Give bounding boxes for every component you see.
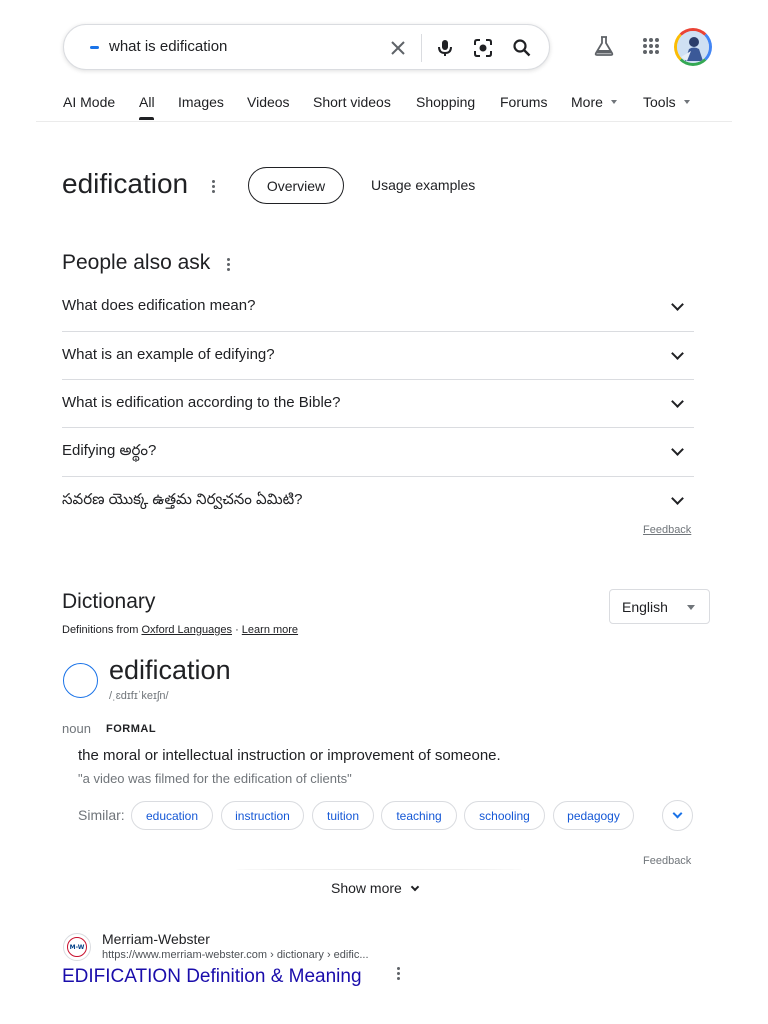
tab-more-label: More [571,94,603,110]
chevron-down-icon [410,882,420,892]
result-site-name[interactable]: Merriam-Webster [102,931,210,947]
account-avatar[interactable] [674,28,712,66]
language-select[interactable]: English [609,589,710,624]
paa-question[interactable]: What is an example of edifying? [62,331,694,379]
divider [36,121,732,122]
chevron-down-icon [672,808,683,819]
paa-question[interactable]: సవరణ యొక్క ఉత్తమ నిర్వచనం ఏమిటి? [62,476,694,524]
camera-lens-icon[interactable] [471,36,495,60]
tab-more[interactable]: More [571,94,617,110]
paa-question-text: What is edification according to the Bib… [62,394,341,411]
caret-down-icon [687,605,695,610]
usage-examples-chip[interactable]: Usage examples [371,177,475,193]
show-more-label: Show more [331,880,402,896]
active-tab-indicator [139,117,154,120]
clear-icon[interactable] [386,36,410,60]
chevron-down-icon [671,443,684,456]
expand-similar-button[interactable] [662,800,693,831]
part-of-speech: noun [62,721,91,736]
ai-mode-indicator [90,46,99,49]
tab-images[interactable]: Images [178,94,224,110]
oxford-languages-link[interactable]: Oxford Languages [141,624,232,636]
paa-question-text: సవరణ యొక్క ఉత్తమ నిర్వచనం ఏమిటి? [62,491,303,508]
dictionary-source: Definitions from Oxford Languages · Lear… [62,624,298,636]
similar-chip[interactable]: schooling [464,801,545,830]
similar-chip[interactable]: instruction [221,801,304,830]
paa-question[interactable]: What does edification mean? [62,283,694,331]
entity-title: edification [62,168,189,199]
caret-down-icon [683,100,690,105]
chevron-down-icon [671,347,684,360]
search-icon[interactable] [510,36,534,60]
similar-chip[interactable]: tuition [312,801,374,830]
paa-question-text: Edifying అర్థం? [62,442,157,459]
result-title-link[interactable]: EDIFICATION Definition & Meaning [62,966,362,988]
tab-shopping[interactable]: Shopping [416,94,475,110]
register-label: FORMAL [106,723,157,735]
chevron-down-icon [671,298,684,311]
paa-question[interactable]: Edifying అర్థం? [62,427,694,475]
chevron-down-icon [671,492,684,505]
divider [236,869,522,871]
similar-label: Similar: [78,807,125,823]
favicon-logo: M-W [67,937,87,957]
tab-videos[interactable]: Videos [247,94,290,110]
site-favicon: M-W [63,933,91,961]
dictionary-heading: Dictionary [62,590,156,613]
source-prefix: Definitions from [62,624,139,636]
dictionary-word: edification [109,655,231,685]
divider [421,34,422,62]
phonetic: /ˌɛdɪfɪˈkeɪʃn/ [109,690,169,702]
similar-chip[interactable]: education [131,801,213,830]
result-url[interactable]: https://www.merriam-webster.com › dictio… [102,949,369,961]
definition: the moral or intellectual instruction or… [78,747,501,764]
more-options-icon[interactable] [205,176,221,196]
chevron-down-icon [671,395,684,408]
labs-flask-icon[interactable] [592,34,616,58]
tab-short-videos[interactable]: Short videos [313,94,391,110]
pronunciation-play-button[interactable] [63,663,98,698]
tab-ai-mode[interactable]: AI Mode [63,94,115,110]
separator: · [235,624,239,636]
tab-all[interactable]: All [139,94,155,110]
tab-forums[interactable]: Forums [500,94,547,110]
overview-chip[interactable]: Overview [248,167,344,204]
people-also-ask-heading: People also ask [62,251,211,274]
similar-chip[interactable]: teaching [381,801,457,830]
usage-example: "a video was filmed for the edification … [78,771,352,786]
paa-question-text: What does edification mean? [62,297,256,314]
apps-grid-icon[interactable] [639,34,663,58]
microphone-icon[interactable] [433,36,457,60]
tools-label: Tools [643,94,676,110]
feedback-link[interactable]: Feedback [643,855,691,867]
more-options-icon[interactable] [391,965,405,981]
more-options-icon[interactable] [221,255,235,273]
language-value: English [622,599,668,615]
paa-question-text: What is an example of edifying? [62,346,275,363]
learn-more-link[interactable]: Learn more [242,624,298,636]
similar-chip[interactable]: pedagogy [553,801,634,830]
caret-down-icon [610,100,617,105]
feedback-link[interactable]: Feedback [643,524,691,536]
search-input[interactable]: what is edification [109,38,227,55]
paa-question[interactable]: What is edification according to the Bib… [62,379,694,427]
tools-button[interactable]: Tools [643,94,690,110]
search-bar[interactable]: what is edification [63,24,550,70]
show-more-button[interactable]: Show more [331,880,420,896]
